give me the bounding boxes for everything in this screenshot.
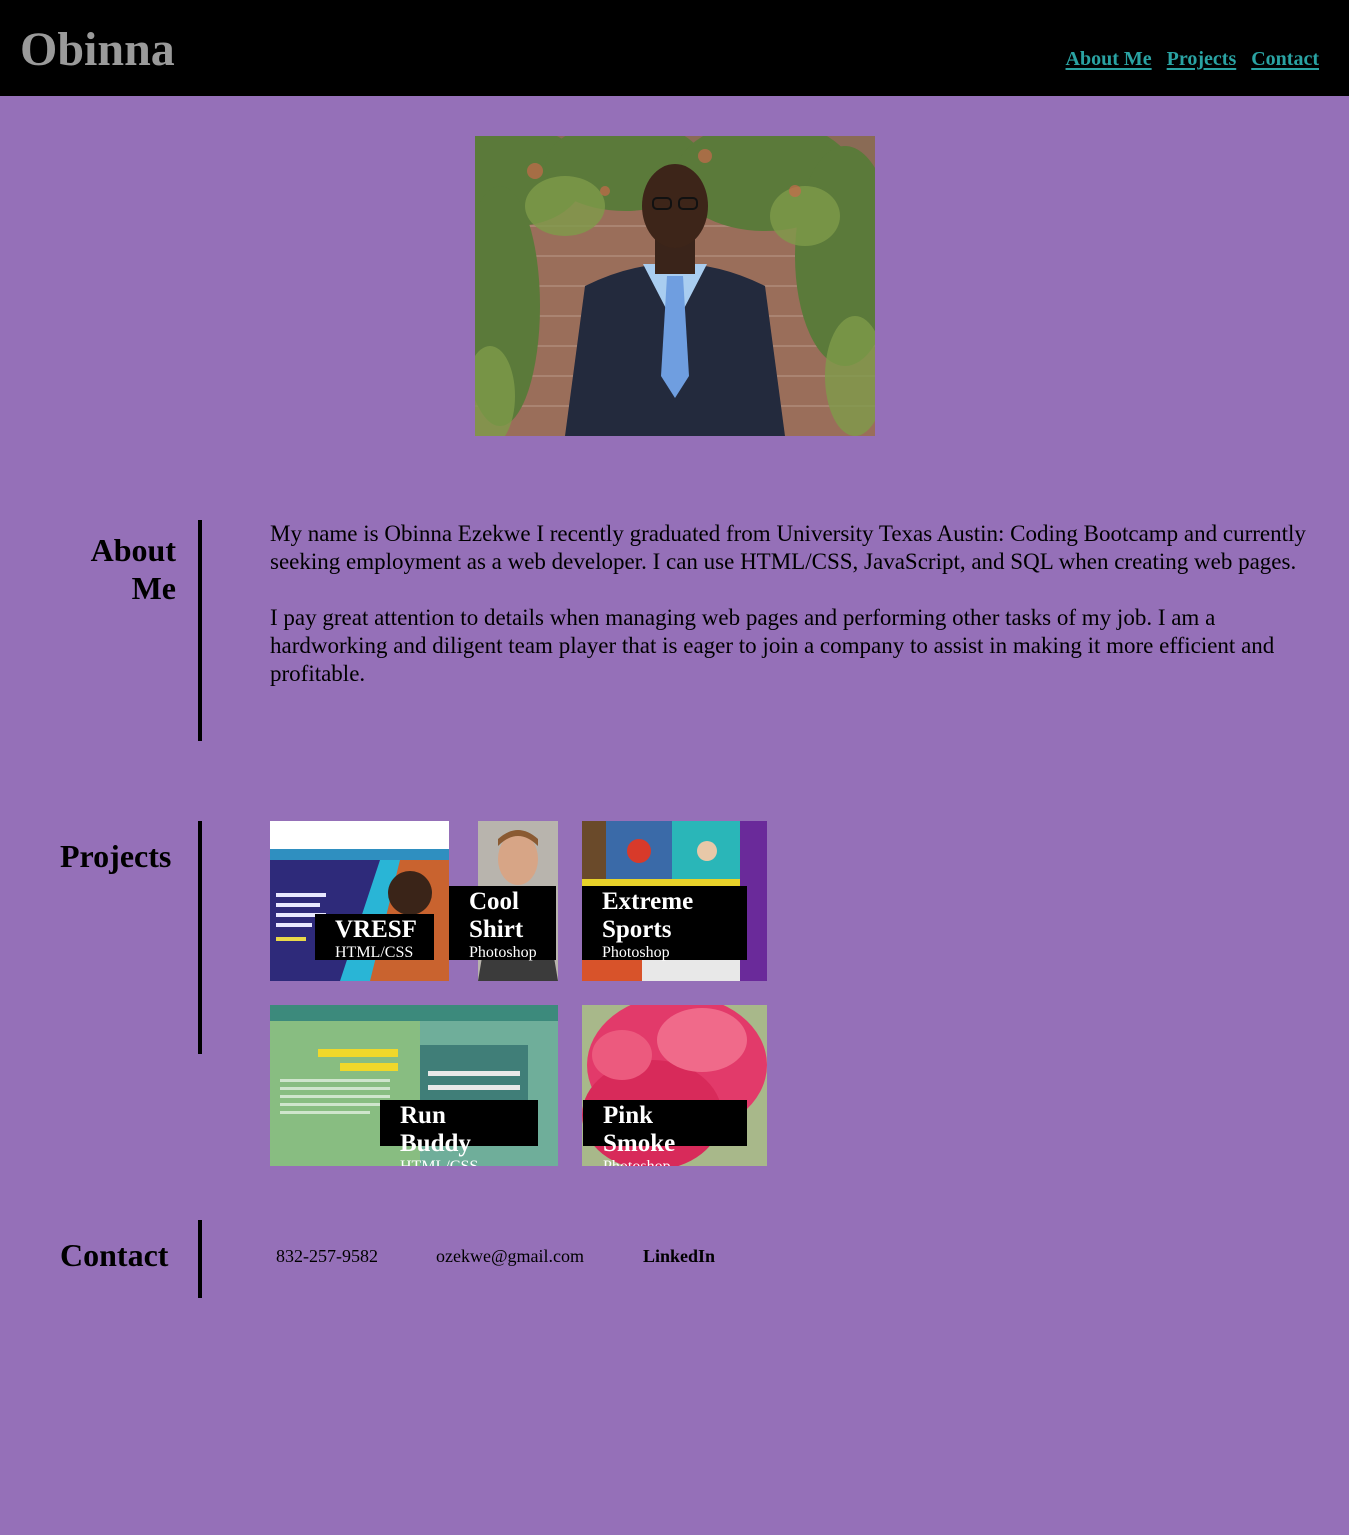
contact-linkedin-link[interactable]: LinkedIn <box>643 1245 715 1267</box>
contact-heading: Contact <box>60 1237 169 1273</box>
project-subtitle: HTML/CSS <box>335 944 414 961</box>
project-subtitle: Photoshop <box>602 944 670 961</box>
project-title-line1: Cool <box>469 888 519 915</box>
project-subtitle: Photoshop <box>603 1158 727 1166</box>
project-tile-cool-shirt[interactable]: Cool Shirt Photoshop <box>449 821 558 981</box>
about-paragraph: My name is Obinna Ezekwe I recently grad… <box>270 521 1306 574</box>
project-title-line2: Shirt <box>469 916 524 943</box>
project-caption: Extreme Sports Photoshop <box>582 886 747 961</box>
about-heading-line2: Me <box>131 570 176 606</box>
project-subtitle: Photoshop <box>469 944 537 961</box>
project-tile-pink-smoke[interactable]: Pink Smoke Photoshop <box>582 1005 767 1166</box>
site-header: Obinna About Me Projects Contact <box>0 0 1349 96</box>
contact-email: ozekwe@gmail.com <box>436 1246 585 1266</box>
nav-link-contact[interactable]: Contact <box>1251 47 1319 71</box>
project-tile-extreme-sports[interactable]: Extreme Sports Photoshop <box>582 821 767 981</box>
about-heading: About Me <box>90 531 176 607</box>
projects-divider <box>198 821 202 1054</box>
projects-heading: Projects <box>60 838 172 874</box>
nav-link-about-me[interactable]: About Me <box>1066 47 1152 71</box>
project-caption: Pink Smoke Photoshop <box>583 1100 747 1166</box>
project-tile-run-buddy[interactable]: Run Buddy HTML/CSS <box>270 1005 558 1166</box>
contact-phone: 832-257-9582 <box>276 1246 378 1266</box>
main-nav: About Me Projects Contact <box>1066 47 1319 71</box>
project-title: VRESF <box>335 916 417 943</box>
project-caption: Run Buddy HTML/CSS <box>380 1100 538 1166</box>
project-caption: Cool Shirt Photoshop <box>449 886 556 961</box>
brand-name: Obinna <box>20 23 175 76</box>
about-divider <box>198 520 202 741</box>
project-subtitle: HTML/CSS <box>400 1158 518 1166</box>
project-tile-vresf[interactable]: VRESF HTML/CSS <box>270 821 454 981</box>
about-paragraph: I pay great attention to details when ma… <box>270 605 1275 686</box>
project-title: Run Buddy <box>400 1102 471 1157</box>
contact-divider <box>198 1220 202 1298</box>
project-title: Pink Smoke <box>603 1102 676 1157</box>
profile-photo <box>475 136 875 436</box>
project-caption: VRESF HTML/CSS <box>315 914 434 961</box>
about-text: My name is Obinna Ezekwe I recently grad… <box>270 520 1330 688</box>
nav-link-projects[interactable]: Projects <box>1167 47 1237 71</box>
about-heading-line1: About <box>90 532 176 568</box>
project-title-line1: Extreme <box>602 888 694 915</box>
project-title-line2: Sports <box>602 916 672 943</box>
